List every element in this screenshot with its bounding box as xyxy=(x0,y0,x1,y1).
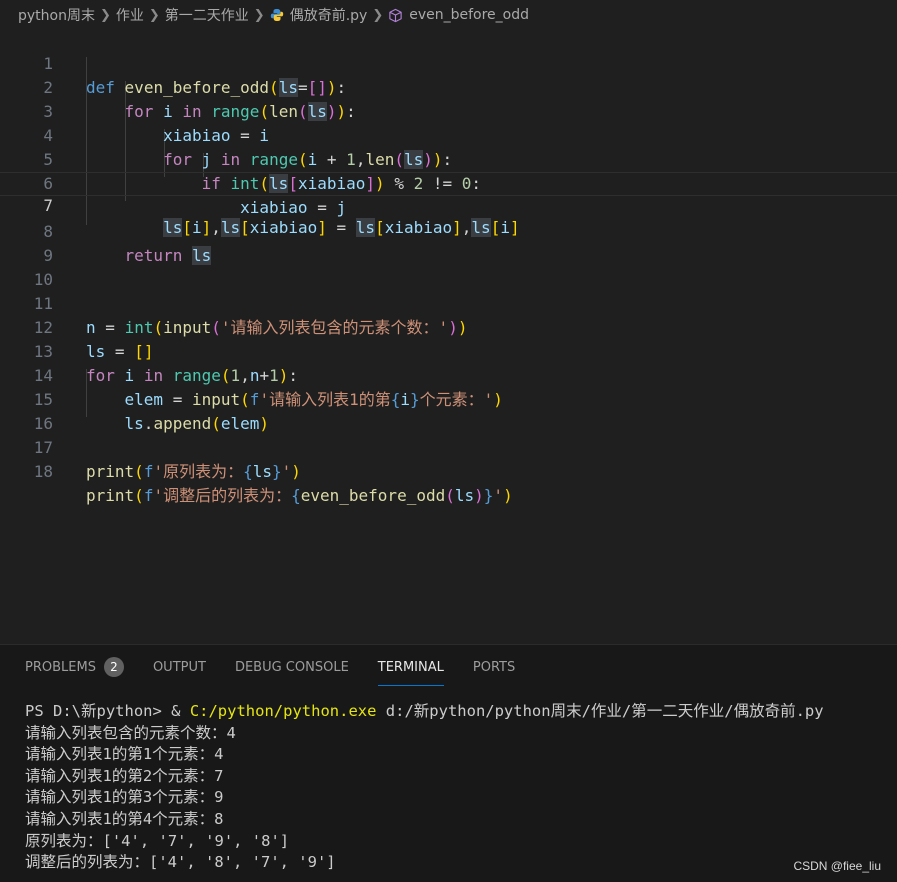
code-line[interactable]: 1 def even_before_odd(ls=[]): xyxy=(0,28,897,97)
tab-problems[interactable]: PROBLEMS 2 xyxy=(25,654,124,680)
tab-ports[interactable]: PORTS xyxy=(473,654,515,680)
terminal-line: 请输入列表1的第3个元素：9 xyxy=(25,788,224,807)
terminal-line: 请输入列表1的第1个元素：4 xyxy=(25,745,224,764)
tab-problems-label: PROBLEMS xyxy=(25,659,96,675)
code-line[interactable]: 13 for i in range(1,n+1): xyxy=(0,316,897,385)
code-line[interactable]: 14 elem = input(f'请输入列表1的第{i}个元素：') xyxy=(0,340,897,409)
code-line[interactable]: 15 ls.append(elem) xyxy=(0,364,897,433)
tab-debug-console-label: DEBUG CONSOLE xyxy=(234,659,349,675)
tab-output[interactable]: OUTPUT xyxy=(153,654,206,680)
terminal-line: 调整后的列表为：['4', '8', '7', '9'] xyxy=(25,852,824,874)
terminal-exe-path: C:/python/python.exe xyxy=(189,702,377,720)
tab-terminal[interactable]: TERMINAL xyxy=(377,654,445,686)
chevron-right-icon: ❯ xyxy=(99,7,111,23)
code-line[interactable]: 4 for j in range(i + 1,len(ls)): xyxy=(0,100,897,169)
breadcrumb-item-第一二天作业[interactable]: 第一二天作业 xyxy=(165,5,249,25)
code-line[interactable]: 12 ls = [] xyxy=(0,292,897,361)
terminal-line-text: 调整后的列表为：['4', '8', '7', '9'] xyxy=(25,853,336,872)
code-line[interactable]: 3 xiabiao = i xyxy=(0,76,897,145)
code-text: print(f'原列表为：{ls}') xyxy=(86,462,301,481)
chevron-right-icon: ❯ xyxy=(372,7,384,23)
code-editor[interactable]: 1 def even_before_odd(ls=[]): 2 for i in… xyxy=(0,28,897,643)
panel-tabs: PROBLEMS 2 OUTPUT DEBUG CONSOLE TERMINAL… xyxy=(25,654,544,688)
code-line[interactable]: 6 xiabiao = j xyxy=(0,148,897,217)
code-line[interactable]: 16 xyxy=(0,388,897,433)
code-line[interactable]: 17 print(f'原列表为：{ls}') xyxy=(0,412,897,481)
tab-ports-label: PORTS xyxy=(472,659,516,675)
terminal-prompt: PS D:\新python> & xyxy=(25,702,190,720)
python-file-icon xyxy=(270,9,283,21)
terminal-line: 请输入列表1的第2个元素：7 xyxy=(25,766,224,785)
breadcrumb-item-file[interactable]: 偶放奇前.py xyxy=(290,5,368,25)
code-line[interactable]: 8 return ls xyxy=(0,196,897,265)
code-line-current[interactable]: 7 ls[i],ls[xiabiao] = ls[xiabiao],ls[i] xyxy=(0,172,897,237)
chevron-right-icon: ❯ xyxy=(148,7,160,23)
terminal-script-path: d:/新python/python周末/作业/第一二天作业/偶放奇前.py xyxy=(376,702,824,720)
breadcrumb-item-symbol[interactable]: even_before_odd xyxy=(409,7,529,23)
code-line[interactable]: 9 xyxy=(0,220,897,265)
tab-output-label: OUTPUT xyxy=(152,659,206,675)
chevron-right-icon: ❯ xyxy=(253,7,265,23)
problems-count-badge: 2 xyxy=(103,657,124,677)
terminal-output[interactable]: PS D:\新python> & C:/python/python.exe d:… xyxy=(25,701,824,874)
line-number: 18 xyxy=(33,462,53,481)
breadcrumb-item-作业[interactable]: 作业 xyxy=(116,5,144,25)
code-text: print(f'调整后的列表为：{even_before_odd(ls)}') xyxy=(86,486,513,505)
code-line[interactable]: 2 for i in range(len(ls)): xyxy=(0,52,897,121)
code-line[interactable]: 11 n = int(input('请输入列表包含的元素个数：')) xyxy=(0,268,897,337)
watermark: CSDN @fiee_liu xyxy=(793,859,881,873)
breadcrumb: python周末 ❯ 作业 ❯ 第一二天作业 ❯ 偶放奇前.py ❯ even_… xyxy=(0,0,897,30)
bottom-panel: PROBLEMS 2 OUTPUT DEBUG CONSOLE TERMINAL… xyxy=(0,644,897,882)
code-line[interactable]: 10 xyxy=(0,244,897,289)
terminal-line: 原列表为：['4', '7', '9', '8'] xyxy=(25,831,290,850)
terminal-line: 请输入列表1的第4个元素：8 xyxy=(25,809,224,828)
code-line[interactable]: 5 if int(ls[xiabiao]) % 2 != 0: xyxy=(0,124,897,193)
breadcrumb-item-python周末[interactable]: python周末 xyxy=(18,5,95,25)
tab-debug-console[interactable]: DEBUG CONSOLE xyxy=(235,654,349,680)
code-line[interactable]: 18 print(f'调整后的列表为：{even_before_odd(ls)}… xyxy=(0,436,897,505)
terminal-command-line: PS D:\新python> & C:/python/python.exe d:… xyxy=(25,701,824,723)
symbol-method-icon xyxy=(389,8,402,22)
terminal-line: 请输入列表包含的元素个数：4 xyxy=(25,723,236,742)
tab-terminal-label: TERMINAL xyxy=(377,659,444,675)
